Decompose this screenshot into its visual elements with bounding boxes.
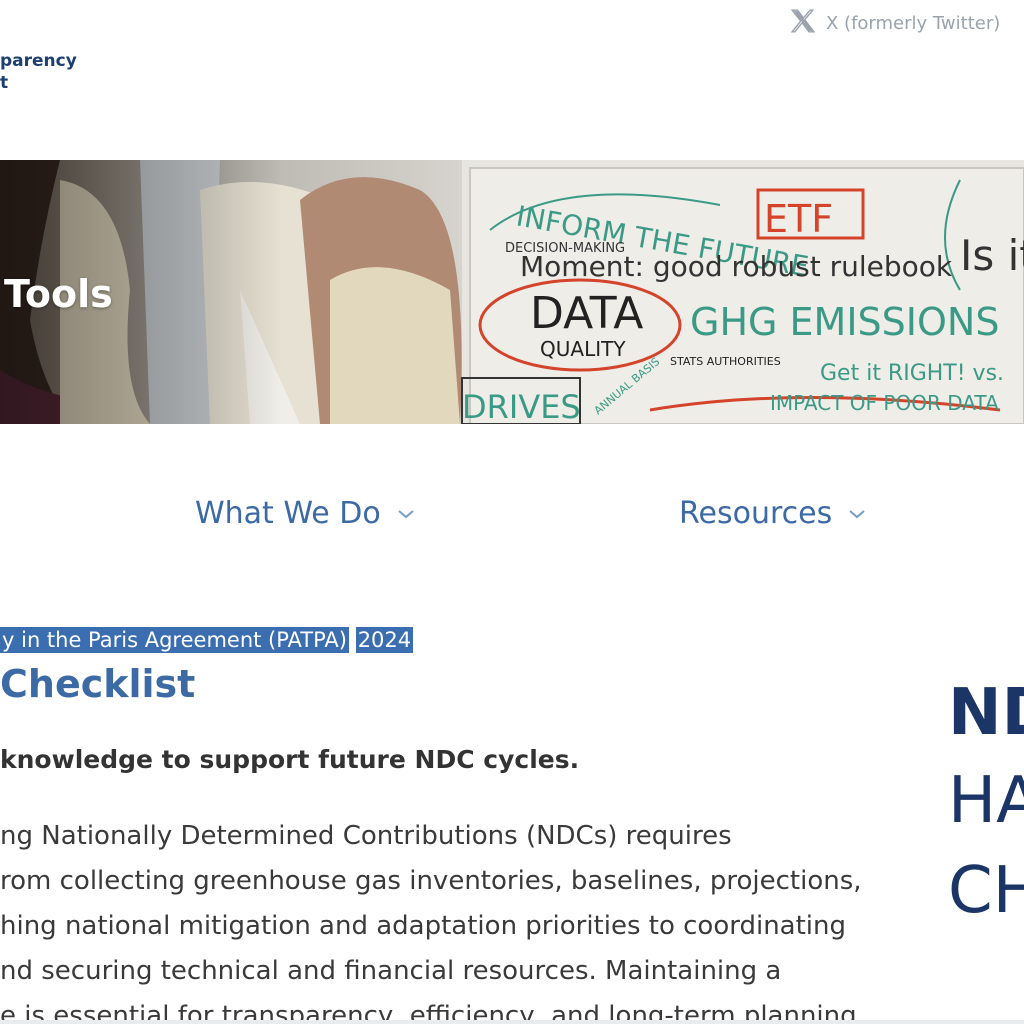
wb-text-impact: IMPACT OF POOR DATA (770, 391, 999, 415)
lead-text: knowledge to support future NDC cycles. (0, 745, 580, 774)
nav-what-we-do-label: What We Do (195, 496, 381, 531)
wb-text-isit: Is it (960, 231, 1024, 280)
breadcrumb-year[interactable]: 2024 (355, 627, 414, 653)
wb-text-getit: Get it RIGHT! vs. (820, 361, 1004, 386)
logo-line-2: t (0, 73, 9, 93)
nav-what-we-do[interactable]: What We Do (195, 496, 415, 531)
cover-line-2: HA (948, 764, 1024, 838)
body-line: rom collecting greenhouse gas inventorie… (0, 866, 862, 896)
hero-photo: INFORM THE FUTURE DECISION-MAKING Moment… (0, 160, 1024, 424)
nav-resources-label: Resources (679, 496, 833, 531)
cover-line-3: CH (948, 854, 1024, 928)
body-paragraph: ng Nationally Determined Contributions (… (0, 814, 865, 1024)
hero-title: Tools (4, 272, 113, 316)
bottom-divider (0, 1020, 1024, 1024)
chevron-down-icon (398, 509, 414, 518)
body-line: ng Nationally Determined Contributions (… (0, 821, 732, 851)
body-line: nd securing technical and financial reso… (0, 956, 782, 986)
x-twitter-link[interactable]: X (formerly Twitter) (790, 8, 1000, 39)
wb-text-quality: QUALITY (540, 337, 626, 361)
page-title: Checklist (0, 662, 196, 706)
wb-text-moment: Moment: good robust rulebook (520, 250, 953, 283)
cover-line-1: ND (948, 676, 1024, 750)
wb-text-data: DATA (530, 288, 643, 339)
x-twitter-label: X (formerly Twitter) (826, 13, 1001, 34)
wb-text-drives: DRIVES (462, 388, 581, 424)
chevron-down-icon (849, 509, 865, 518)
x-logo-icon (790, 8, 816, 39)
wb-text-etf: ETF (764, 197, 833, 241)
breadcrumb-program[interactable]: y in the Paris Agreement (PATPA) (0, 627, 349, 653)
site-logo[interactable]: parency t (0, 50, 77, 94)
publication-cover[interactable]: ND HA CH (948, 670, 1024, 936)
wb-text-stats: STATS AUTHORITIES (670, 355, 781, 368)
body-line: hing national mitigation and adaptation … (0, 911, 847, 941)
hero-banner: INFORM THE FUTURE DECISION-MAKING Moment… (0, 160, 1024, 424)
nav-resources[interactable]: Resources (679, 496, 866, 531)
wb-text-ghg: GHG EMISSIONS (690, 300, 999, 344)
breadcrumb: y in the Paris Agreement (PATPA) 2024 (0, 624, 414, 657)
logo-line-1: parency (0, 51, 77, 71)
